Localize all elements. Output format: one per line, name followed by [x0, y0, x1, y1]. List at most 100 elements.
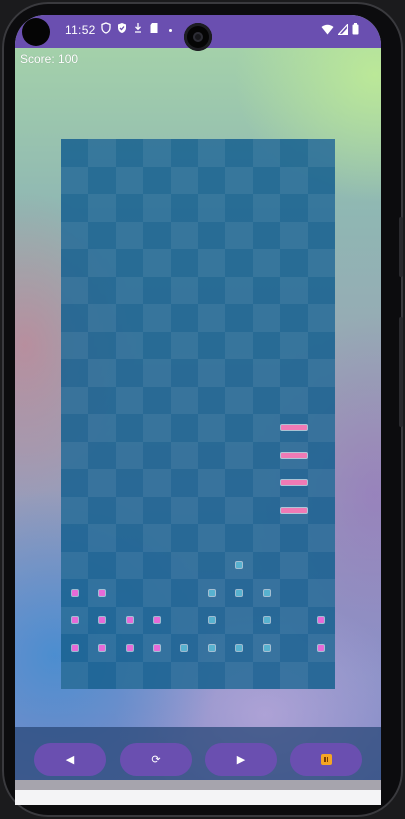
rotate-label: ⟳	[151, 754, 161, 766]
bottom-bar	[15, 790, 381, 805]
board-cell	[61, 661, 89, 689]
board-cell	[198, 139, 226, 167]
settled-block-pink	[99, 589, 106, 596]
camera-cutout	[22, 18, 50, 46]
board-cell	[61, 441, 89, 469]
board-cell	[252, 304, 281, 332]
board-cell	[143, 359, 171, 387]
board-cell	[225, 221, 253, 249]
board-cell	[115, 221, 144, 249]
score-label: Score: 100	[20, 52, 79, 66]
move-left-button[interactable]: ◀	[34, 743, 106, 776]
board-cell	[170, 441, 198, 469]
board-cell	[115, 496, 144, 524]
board-cell	[115, 331, 144, 359]
move-left-label: ◀	[65, 754, 75, 766]
board-cell	[252, 139, 281, 167]
board-cell	[198, 194, 226, 222]
move-right-button[interactable]: ▶	[205, 743, 277, 776]
board-cell	[61, 221, 89, 249]
board-cell	[88, 414, 116, 442]
board-cell	[252, 414, 281, 442]
board-cell	[225, 606, 253, 634]
signal-icon	[338, 23, 348, 35]
settled-block-cyan	[263, 617, 270, 624]
settled-block-pink	[126, 617, 133, 624]
settled-block-pink	[99, 644, 106, 651]
falling-piece-segment	[280, 452, 307, 458]
board-cell	[280, 661, 308, 689]
board-cell	[115, 166, 144, 194]
board-cell	[307, 304, 335, 332]
board-cell	[252, 469, 281, 497]
board-cell	[88, 194, 116, 222]
board-cell	[143, 304, 171, 332]
battery-icon	[352, 23, 359, 35]
settled-block-pink	[99, 617, 106, 624]
sd-card-icon	[150, 23, 158, 33]
board-cell	[115, 661, 144, 689]
settled-block-pink	[318, 617, 325, 624]
board-cell	[198, 414, 226, 442]
settled-block-pink	[71, 589, 78, 596]
board-cell	[307, 249, 335, 277]
settled-block-cyan	[181, 644, 188, 651]
board-cell	[88, 249, 116, 277]
board-cell	[115, 551, 144, 579]
board-cell	[225, 331, 253, 359]
board-cell	[280, 386, 308, 414]
falling-piece-segment	[280, 480, 307, 486]
pause-icon	[320, 754, 332, 765]
board-cell	[307, 579, 335, 607]
board-cell	[170, 496, 198, 524]
game-board	[61, 139, 335, 689]
pause-button[interactable]	[290, 743, 362, 776]
settled-block-cyan	[208, 589, 215, 596]
board-cell	[61, 331, 89, 359]
board-cell	[61, 386, 89, 414]
board-cell	[170, 386, 198, 414]
board-cell	[198, 359, 226, 387]
board-cell	[88, 359, 116, 387]
board-cell	[143, 524, 171, 552]
board-cell	[198, 524, 226, 552]
board-cell	[307, 139, 335, 167]
board-cell	[307, 469, 335, 497]
wifi-icon	[321, 24, 334, 34]
board-cell	[252, 249, 281, 277]
screen: 11:52 Score: 100 ◀ ⟳ ▶	[15, 15, 381, 805]
status-time: 11:52	[65, 23, 96, 37]
board-cell	[115, 386, 144, 414]
board-cell	[252, 359, 281, 387]
board-cell	[143, 194, 171, 222]
board-cell	[61, 276, 89, 304]
board-cell	[307, 524, 335, 552]
falling-piece-segment	[280, 507, 307, 513]
navigation-bar	[15, 780, 381, 790]
shield-icon	[101, 22, 111, 34]
board-cell	[143, 414, 171, 442]
settled-block-pink	[318, 644, 325, 651]
settled-block-pink	[153, 617, 160, 624]
settled-block-pink	[153, 644, 160, 651]
shield-check-icon	[118, 23, 126, 33]
settled-block-pink	[71, 617, 78, 624]
board-cell	[61, 496, 89, 524]
board-cell	[88, 304, 116, 332]
board-cell	[143, 469, 171, 497]
board-cell	[280, 276, 308, 304]
status-icons-left	[101, 22, 172, 34]
board-cell	[143, 139, 171, 167]
settled-block-cyan	[236, 562, 243, 569]
board-cell	[88, 469, 116, 497]
settled-block-pink	[126, 644, 133, 651]
status-icons-right	[321, 23, 359, 35]
board-cell	[198, 469, 226, 497]
board-cell	[170, 331, 198, 359]
board-cell	[225, 441, 253, 469]
rotate-button[interactable]: ⟳	[120, 743, 192, 776]
board-cell	[170, 221, 198, 249]
settled-block-cyan	[263, 589, 270, 596]
board-cell	[170, 166, 198, 194]
board-cell	[143, 249, 171, 277]
